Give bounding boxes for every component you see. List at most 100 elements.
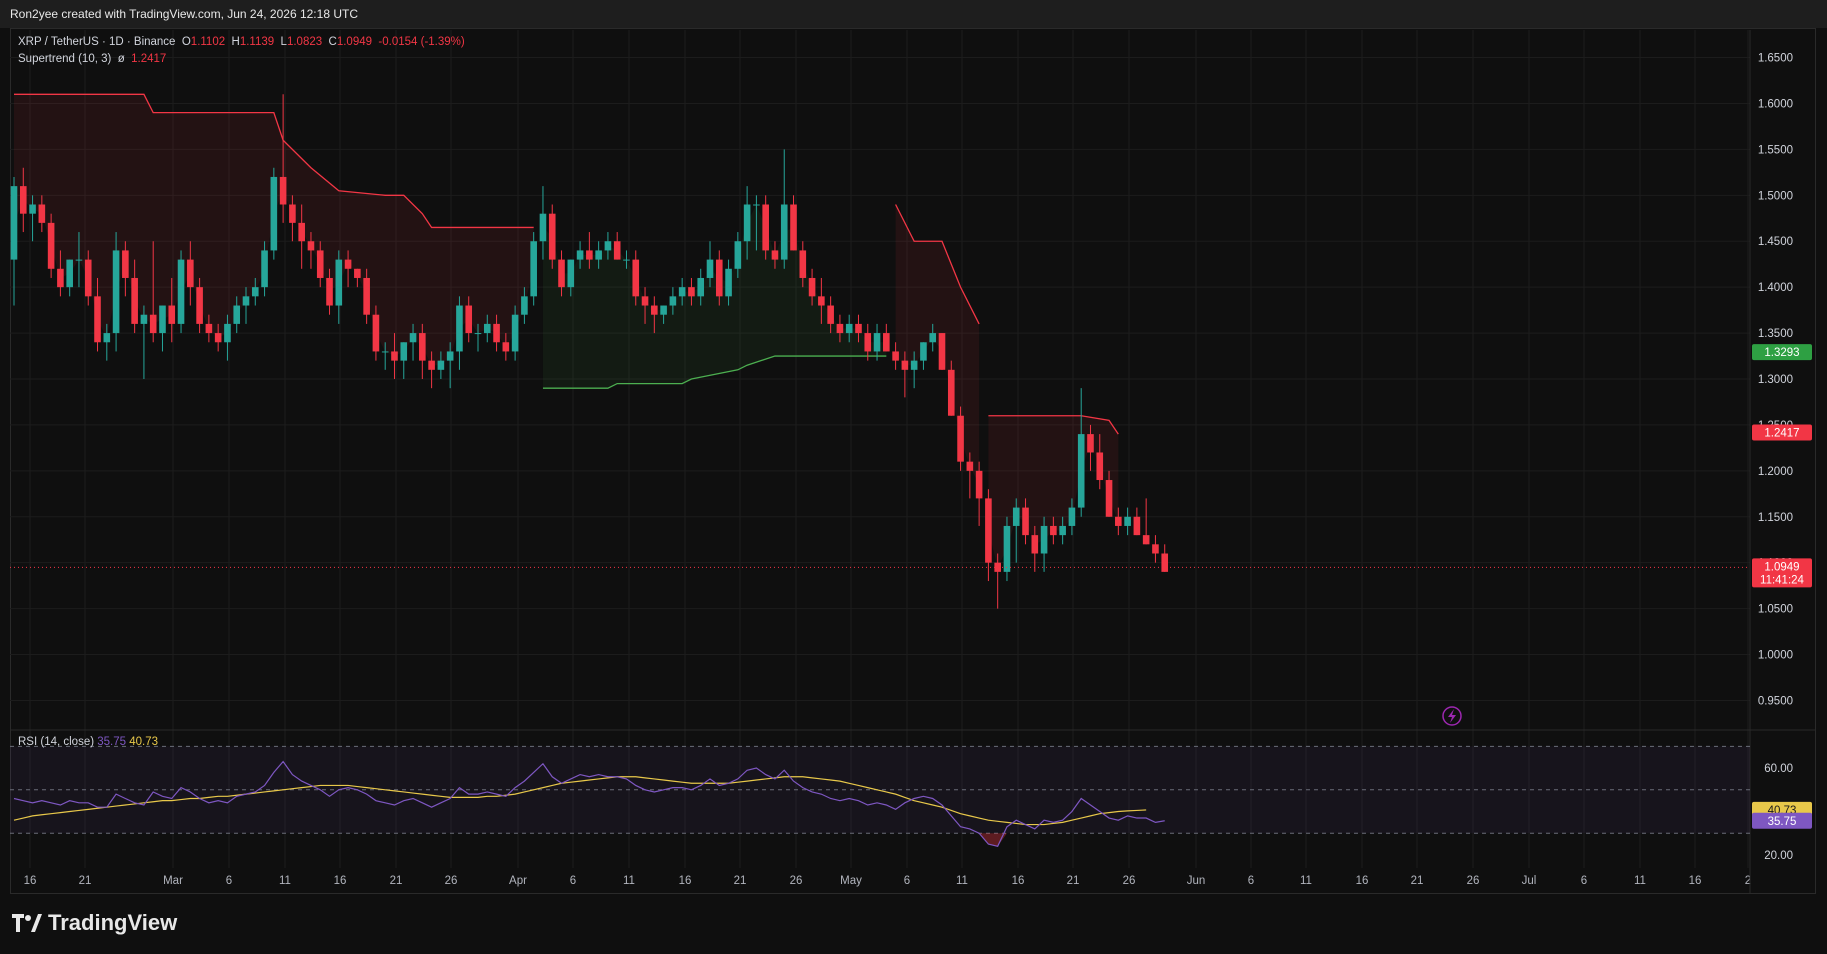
x-tick-label: 6	[1581, 875, 1587, 887]
supertrend-sep: ø	[117, 53, 125, 65]
candle-body	[344, 259, 352, 269]
candle-body	[827, 305, 834, 324]
candle-body	[1077, 434, 1085, 508]
candle-body	[845, 323, 853, 334]
x-tick-label: 26	[1123, 875, 1136, 887]
candle-body	[29, 204, 36, 214]
rsi-value-badge-text: 35.75	[1768, 816, 1797, 828]
symbol-label[interactable]: XRP / TetherUS · 1D · Binance	[18, 36, 175, 48]
x-tick-label: 6	[904, 875, 910, 887]
low-value: 1.0823	[286, 36, 323, 48]
supertrend-up-fill	[542, 204, 887, 389]
candle-body	[1087, 434, 1094, 453]
candle-body	[307, 241, 315, 251]
x-tick-label: 6	[570, 875, 576, 887]
candle-body	[623, 259, 630, 261]
price-tick-label: 1.5500	[1758, 144, 1793, 156]
price-tick-label: 1.1500	[1758, 512, 1793, 524]
x-tick-label: 11	[1634, 875, 1646, 887]
candle-body	[864, 333, 872, 352]
x-tick-label: 21	[1411, 875, 1424, 887]
candle-body	[715, 259, 723, 297]
candle-body	[47, 222, 55, 269]
candle-body	[456, 305, 463, 352]
candle-body	[1142, 535, 1150, 545]
candle-body	[641, 296, 649, 306]
price-tick-label: 1.6000	[1758, 98, 1793, 110]
candle-body	[428, 360, 435, 370]
candle-body	[743, 204, 751, 242]
price-tick-label: 1.2000	[1758, 466, 1793, 478]
change-value: -0.0154 (-1.39%)	[378, 36, 465, 48]
candle-body	[233, 305, 241, 324]
candle-body	[1050, 525, 1057, 536]
candle-body	[511, 314, 519, 352]
candle-body	[753, 204, 760, 206]
candle-body	[372, 314, 380, 352]
candle-body	[493, 323, 500, 343]
candle-body	[75, 259, 83, 261]
price-tick-label: 1.6500	[1758, 53, 1793, 65]
candle-body	[270, 176, 278, 251]
x-tick-label: Mar	[163, 875, 183, 887]
candle-body	[409, 333, 417, 343]
candle-body	[224, 323, 231, 343]
x-tick-label: 6	[1248, 875, 1254, 887]
candle-body	[530, 241, 537, 297]
rsi-label[interactable]: RSI (14, close)	[18, 736, 94, 748]
candle-body	[149, 314, 157, 334]
candle-body	[762, 204, 769, 251]
x-tick-label: 11	[279, 875, 291, 887]
candle-body	[688, 287, 695, 297]
x-tick-label: 21	[734, 875, 747, 887]
x-tick-label: 26	[790, 875, 803, 887]
x-tick-label: 26	[445, 875, 458, 887]
candle-body	[808, 277, 816, 297]
candle-body	[1161, 553, 1169, 572]
x-tick-label: Apr	[509, 875, 527, 887]
candle-body	[38, 204, 46, 223]
x-tick-label: 16	[1356, 875, 1369, 887]
price-chart[interactable]: 16 21 Mar 6 11 16 21 26 Apr 6 11 16 21 26 May 6 11 16 21 26…	[0, 0, 1827, 954]
candle-body	[669, 296, 677, 306]
candle-body	[651, 305, 658, 315]
candle-body	[539, 213, 547, 242]
candle-body	[632, 259, 640, 297]
candle-body	[483, 323, 491, 334]
candle-body	[214, 333, 222, 343]
last-price-badge-text: 1.0949	[1764, 561, 1799, 573]
candle-body	[1059, 525, 1066, 536]
candle-body	[994, 562, 1001, 572]
x-tick-label: 21	[79, 875, 92, 887]
x-tick-label: 11	[956, 875, 968, 887]
candle-body	[140, 314, 148, 324]
candle-body	[660, 305, 667, 315]
supertrend-label[interactable]: Supertrend (10, 3)	[18, 53, 111, 65]
candle-body	[901, 360, 909, 370]
candle-body	[122, 250, 129, 278]
candle-body	[1012, 507, 1020, 526]
candle-body	[326, 277, 333, 306]
candle-body	[558, 259, 565, 288]
price-tick-label: 1.5000	[1758, 190, 1793, 202]
brand-footer[interactable]: TradingView	[12, 910, 177, 936]
candle-body	[446, 351, 454, 361]
candle-body	[251, 287, 259, 297]
candle-body	[1133, 516, 1141, 536]
close-label: C	[328, 36, 337, 48]
candle-body	[1105, 480, 1113, 517]
candle-body	[1152, 544, 1159, 554]
price-tick-label: 1.4500	[1758, 236, 1793, 248]
candle-body	[790, 204, 797, 251]
candle-body	[929, 333, 937, 343]
candle-body	[66, 259, 73, 288]
supertrend-value: 1.2417	[131, 53, 167, 65]
candle-body	[335, 259, 343, 306]
tradingview-logo-icon	[12, 914, 42, 932]
candle-body	[957, 415, 964, 462]
candle-body	[391, 351, 398, 361]
supertrend-row: Supertrend (10, 3) ø 1.2417	[18, 51, 465, 68]
rsi-tick-label: 60.00	[1764, 763, 1793, 775]
candle-body	[187, 259, 194, 288]
high-label: H	[231, 36, 240, 48]
